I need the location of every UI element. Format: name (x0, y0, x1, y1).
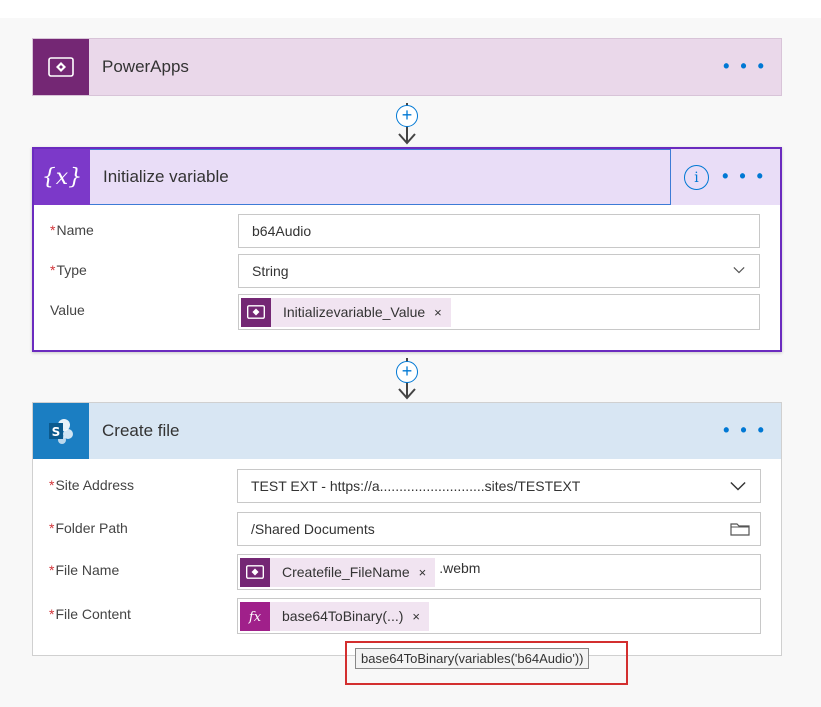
arrow-down-icon (398, 133, 416, 145)
create-file-more-options-button[interactable]: • • • (723, 420, 767, 441)
remove-token-button[interactable]: × (412, 609, 420, 624)
powerapps-icon (240, 557, 270, 587)
create-file-header[interactable]: S Create file • • • (33, 403, 781, 459)
file-name-label: *File Name (49, 562, 120, 578)
file-content-token-label: base64ToBinary(...) (282, 608, 404, 624)
powerapps-card-title: PowerApps (102, 57, 189, 76)
site-address-select[interactable]: TEST EXT - https://a....................… (237, 469, 761, 503)
function-fx-icon: fx (240, 601, 270, 631)
value-label: Value (50, 302, 85, 318)
file-content-label: *File Content (49, 606, 131, 622)
site-address-row: *Site Address TEST EXT - https://a......… (49, 469, 761, 503)
svg-text:S: S (52, 425, 61, 439)
file-name-token-label: Createfile_FileName (282, 564, 410, 580)
type-label: *Type (50, 262, 87, 278)
powerapps-icon (33, 39, 89, 95)
chevron-down-icon[interactable] (733, 264, 745, 276)
svg-text:fx: fx (248, 610, 262, 625)
arrow-down-icon (398, 388, 416, 400)
remove-token-button[interactable]: × (419, 565, 427, 580)
sharepoint-icon: S (33, 403, 89, 459)
name-row: *Name b64Audio (50, 214, 760, 248)
site-address-value: TEST EXT - https://a....................… (251, 478, 581, 494)
variable-braces-icon: {x} (34, 148, 90, 205)
create-file-card: S Create file • • • *Site Address TEST E… (32, 402, 782, 656)
add-step-button[interactable]: + (396, 361, 418, 383)
file-content-expression-token[interactable]: fx base64ToBinary(...) × (240, 601, 429, 631)
powerapps-card-header[interactable]: PowerApps • • • (33, 39, 781, 95)
required-mark: * (49, 477, 55, 493)
connector-2: + (396, 358, 418, 402)
file-name-suffix: .webm (439, 560, 481, 576)
add-step-button[interactable]: + (396, 105, 418, 127)
file-name-row: *File Name Createfile_FileName × .webm (49, 554, 761, 590)
value-token-label: Initializevariable_Value (283, 304, 426, 320)
required-mark: * (49, 562, 55, 578)
info-icon[interactable]: i (684, 165, 709, 190)
type-select[interactable]: String (238, 254, 760, 288)
folder-path-label: *Folder Path (49, 520, 128, 536)
file-name-input[interactable]: Createfile_FileName × .webm (237, 554, 761, 590)
svg-text:{x}: {x} (42, 165, 82, 190)
type-row: *Type String (50, 254, 760, 288)
initialize-variable-title: Initialize variable (103, 167, 229, 186)
initialize-variable-card: {x} Initialize variable i • • • *Name b6… (32, 147, 782, 352)
expression-tooltip: base64ToBinary(variables('b64Audio')) (355, 648, 590, 669)
required-mark: * (49, 520, 55, 536)
file-content-row: *File Content fx base64ToBinary(...) × (49, 598, 761, 634)
initialize-variable-header[interactable]: {x} Initialize variable i • • • (34, 148, 780, 205)
powerapps-trigger-card[interactable]: PowerApps • • • (32, 38, 782, 96)
type-selected-value: String (252, 263, 289, 279)
initialize-variable-title-box[interactable]: {x} Initialize variable (34, 148, 671, 205)
remove-token-button[interactable]: × (434, 305, 442, 320)
powerapps-icon (241, 297, 271, 327)
folder-path-value: /Shared Documents (251, 521, 375, 537)
value-dynamic-token[interactable]: Initializevariable_Value × (241, 297, 451, 327)
chevron-down-icon[interactable] (730, 480, 746, 492)
create-file-title: Create file (102, 421, 180, 440)
required-mark: * (49, 606, 55, 622)
folder-path-input[interactable]: /Shared Documents (237, 512, 761, 546)
folder-path-row: *Folder Path /Shared Documents (49, 512, 761, 546)
required-mark: * (50, 222, 56, 238)
folder-icon[interactable] (730, 522, 750, 536)
name-input[interactable]: b64Audio (238, 214, 760, 248)
connector-1: + (396, 103, 418, 145)
file-name-dynamic-token[interactable]: Createfile_FileName × (240, 557, 436, 587)
site-address-label: *Site Address (49, 477, 135, 493)
top-bar (0, 0, 821, 18)
value-input[interactable]: Initializevariable_Value × (238, 294, 760, 330)
value-row: Value Initializevariable_Value × (50, 294, 760, 330)
file-content-input[interactable]: fx base64ToBinary(...) × (237, 598, 761, 634)
powerapps-more-options-button[interactable]: • • • (723, 56, 767, 77)
required-mark: * (50, 262, 56, 278)
name-label: *Name (50, 222, 94, 238)
initialize-variable-more-options-button[interactable]: • • • (722, 166, 766, 187)
